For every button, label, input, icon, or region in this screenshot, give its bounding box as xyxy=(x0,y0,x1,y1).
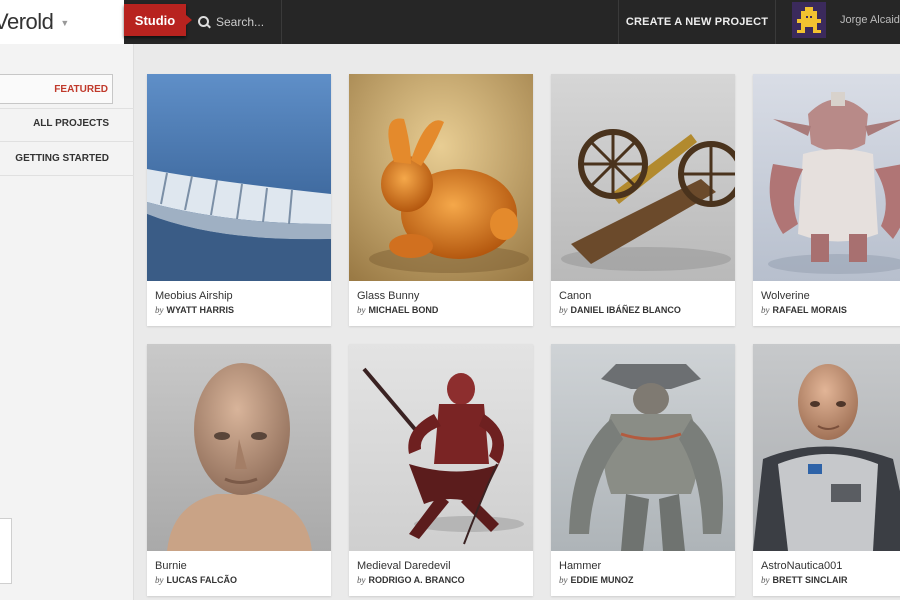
studio-button[interactable]: Studio xyxy=(124,4,192,36)
pixel-avatar-icon xyxy=(792,2,826,38)
project-thumbnail[interactable] xyxy=(551,344,735,551)
project-card[interactable]: Canon by DANIEL IBÁÑEZ BLANCO xyxy=(551,74,735,326)
search-input[interactable] xyxy=(216,15,280,29)
caret-down-icon[interactable]: ▼ xyxy=(60,18,69,28)
project-author[interactable]: by RODRIGO A. BRANCO xyxy=(357,575,465,585)
project-card[interactable]: Medieval Daredevil by RODRIGO A. BRANCO xyxy=(349,344,533,596)
project-author[interactable]: by RAFAEL MORAIS xyxy=(761,305,847,315)
project-author[interactable]: by BRETT SINCLAIR xyxy=(761,575,848,585)
project-grid: Meobius Airship by WYATT HARRIS Glass Bu… xyxy=(134,44,900,600)
studio-label: Studio xyxy=(134,12,176,28)
logo[interactable]: Verold ▼ xyxy=(0,0,124,44)
project-author[interactable]: by LUCAS FALCÃO xyxy=(155,575,237,585)
search-box[interactable] xyxy=(186,0,282,44)
project-thumbnail[interactable] xyxy=(753,344,900,551)
avatar[interactable] xyxy=(792,2,826,38)
sidebar-item-featured[interactable]: FEATURED xyxy=(0,74,113,104)
project-card[interactable]: AstroNautica001 by BRETT SINCLAIR xyxy=(753,344,900,596)
project-card[interactable]: Burnie by LUCAS FALCÃO xyxy=(147,344,331,596)
search-icon[interactable] xyxy=(198,15,211,29)
project-card[interactable]: Glass Bunny by MICHAEL BOND xyxy=(349,74,533,326)
sidebar: FEATURED ALL PROJECTS GETTING STARTED xyxy=(0,44,134,600)
project-author[interactable]: by DANIEL IBÁÑEZ BLANCO xyxy=(559,305,681,315)
top-bar: Verold ▼ Studio CREATE A NEW PROJECT Jor… xyxy=(0,0,900,44)
project-thumbnail[interactable] xyxy=(147,74,331,281)
project-author[interactable]: by EDDIE MUNOZ xyxy=(559,575,634,585)
project-title[interactable]: Hammer xyxy=(559,560,601,572)
sidebar-item-all-projects[interactable]: ALL PROJECTS xyxy=(0,108,113,138)
create-project-button[interactable]: CREATE A NEW PROJECT xyxy=(618,0,776,44)
side-widget[interactable] xyxy=(0,518,12,584)
project-card[interactable]: Meobius Airship by WYATT HARRIS xyxy=(147,74,331,326)
project-thumbnail[interactable] xyxy=(551,74,735,281)
project-thumbnail[interactable] xyxy=(753,74,900,281)
project-thumbnail[interactable] xyxy=(147,344,331,551)
project-title[interactable]: Canon xyxy=(559,290,591,302)
project-author[interactable]: by MICHAEL BOND xyxy=(357,305,438,315)
divider xyxy=(0,141,134,142)
project-card[interactable]: Hammer by EDDIE MUNOZ xyxy=(551,344,735,596)
project-card[interactable]: Wolverine by RAFAEL MORAIS xyxy=(753,74,900,326)
logo-text: Verold xyxy=(0,9,54,34)
project-title[interactable]: AstroNautica001 xyxy=(761,560,842,572)
project-title[interactable]: Wolverine xyxy=(761,290,810,302)
project-title[interactable]: Burnie xyxy=(155,560,187,572)
sidebar-item-getting-started[interactable]: GETTING STARTED xyxy=(0,143,113,173)
project-title[interactable]: Meobius Airship xyxy=(155,290,233,302)
project-title[interactable]: Medieval Daredevil xyxy=(357,560,451,572)
project-author[interactable]: by WYATT HARRIS xyxy=(155,305,234,315)
project-thumbnail[interactable] xyxy=(349,74,533,281)
project-thumbnail[interactable] xyxy=(349,344,533,551)
user-name[interactable]: Jorge Alcaide xyxy=(840,0,900,40)
project-title[interactable]: Glass Bunny xyxy=(357,290,419,302)
divider xyxy=(0,175,134,176)
